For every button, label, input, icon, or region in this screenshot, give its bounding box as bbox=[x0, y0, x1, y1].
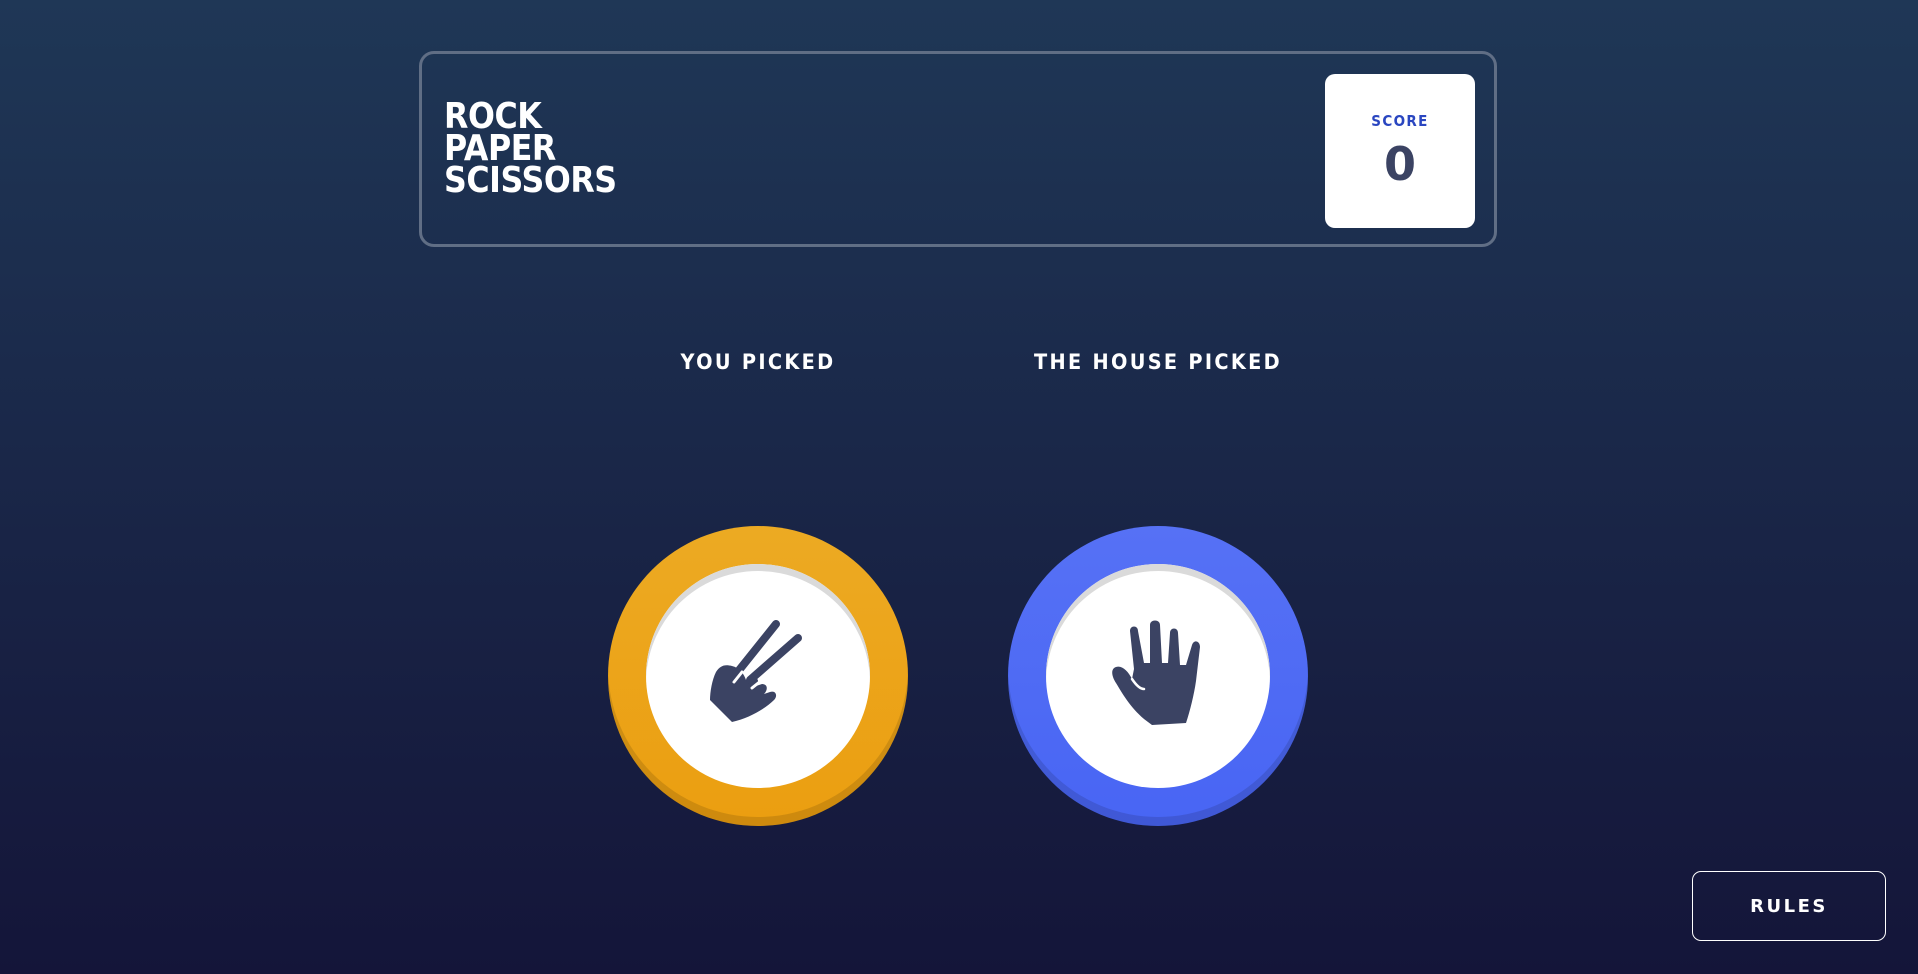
house-choice-inner bbox=[1046, 564, 1270, 788]
game-title: ROCK PAPER SCISSORS bbox=[444, 99, 617, 201]
scissors-hand-icon bbox=[710, 620, 802, 722]
house-picked-label: THE HOUSE PICKED bbox=[1034, 350, 1282, 374]
header: ROCK PAPER SCISSORS SCORE 0 bbox=[419, 51, 1497, 247]
score-label: SCORE bbox=[1371, 112, 1429, 130]
player-choice-scissors-chip bbox=[608, 526, 908, 826]
rules-button[interactable]: RULES bbox=[1692, 871, 1886, 941]
house-choice-paper-chip bbox=[1008, 526, 1308, 826]
score-box: SCORE 0 bbox=[1325, 74, 1475, 228]
paper-hand-icon bbox=[1112, 620, 1200, 725]
title-line-scissors: SCISSORS bbox=[444, 160, 617, 201]
player-choice-inner bbox=[646, 564, 870, 788]
score-value: 0 bbox=[1383, 137, 1416, 191]
you-picked-label: YOU PICKED bbox=[680, 350, 836, 374]
